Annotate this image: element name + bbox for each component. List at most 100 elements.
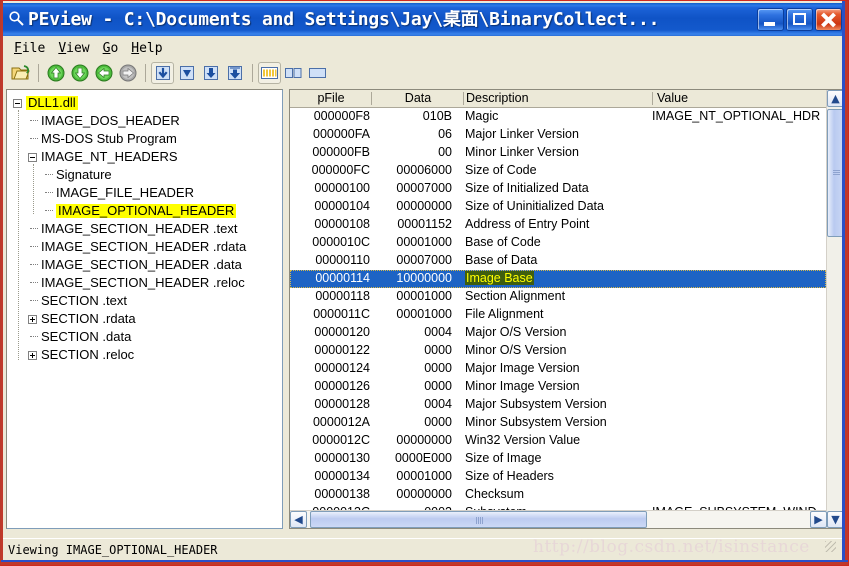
show-headers-icon[interactable] (175, 62, 198, 84)
tree-branch-line (43, 166, 56, 184)
table-row[interactable]: 00000114 10000000 Image Base (290, 270, 826, 288)
tree-node-label: IMAGE_NT_HEADERS (41, 149, 178, 164)
tree-node[interactable]: MS-DOS Stub Program (13, 130, 282, 148)
cell-value (652, 378, 826, 396)
tree-node[interactable]: SECTION .rdata (13, 310, 282, 328)
tree-node-label: IMAGE_SECTION_HEADER .reloc (41, 275, 245, 290)
resize-grip[interactable] (825, 541, 836, 552)
cell-data: 00001000 (396, 307, 452, 321)
table-row[interactable]: 000000FC 00006000 Size of Code (290, 162, 826, 180)
cell-data: 0000 (424, 415, 452, 429)
tree-branch-line (28, 292, 41, 310)
maximize-button[interactable] (786, 8, 813, 31)
scroll-right-arrow[interactable]: ▶ (810, 511, 827, 528)
horizontal-scrollbar-thumb[interactable] (310, 511, 647, 528)
minimize-button[interactable] (757, 8, 784, 31)
tree-node[interactable]: SECTION .text (13, 292, 282, 310)
tree-node[interactable]: SECTION .reloc (13, 346, 282, 364)
horizontal-scrollbar[interactable]: ◀ ▶ (290, 510, 827, 528)
column-header-pfile[interactable]: pFile (290, 90, 372, 107)
arrow-up-icon[interactable] (44, 62, 67, 84)
tree-node[interactable]: IMAGE_SECTION_HEADER .rdata (13, 238, 282, 256)
table-row[interactable]: 000000FA 06 Major Linker Version (290, 126, 826, 144)
tree-node[interactable]: IMAGE_SECTION_HEADER .data (13, 256, 282, 274)
table-row[interactable]: 000000F8 010B Magic IMAGE_NT_OPTIONAL_HDR (290, 108, 826, 126)
tree-node[interactable]: Signature (13, 166, 282, 184)
close-button[interactable] (815, 8, 842, 31)
table-row[interactable]: 00000130 0000E000 Size of Image (290, 450, 826, 468)
title-bar[interactable]: PEview - C:\Documents and Settings\Jay\桌… (3, 3, 844, 36)
menu-item-file[interactable]: File (8, 39, 52, 58)
table-row[interactable]: 00000120 0004 Major O/S Version (290, 324, 826, 342)
table-row[interactable]: 00000110 00007000 Base of Data (290, 252, 826, 270)
cell-pfile: 000000FB (312, 145, 370, 159)
table-row[interactable]: 00000108 00001152 Address of Entry Point (290, 216, 826, 234)
field-list-panel[interactable]: pFile Data Description Value 000000F8 010… (289, 89, 845, 529)
table-row[interactable]: 0000012C 00000000 Win32 Version Value (290, 432, 826, 450)
table-row[interactable]: 0000011C 00001000 File Alignment (290, 306, 826, 324)
table-row[interactable]: 00000128 0004 Major Subsystem Version (290, 396, 826, 414)
cell-data: 00001000 (396, 289, 452, 303)
tree-collapse-icon[interactable] (13, 98, 22, 108)
tree-node[interactable]: IMAGE_DOS_HEADER (13, 112, 282, 130)
tree-node[interactable]: IMAGE_FILE_HEADER (13, 184, 282, 202)
table-row[interactable]: 0000010C 00001000 Base of Code (290, 234, 826, 252)
menu-item-view[interactable]: View (52, 39, 96, 58)
column-header-value[interactable]: Value (653, 90, 826, 107)
tree-node[interactable]: IMAGE_OPTIONAL_HEADER (13, 202, 282, 220)
view-hex-icon[interactable] (258, 62, 281, 84)
table-row[interactable]: 00000104 00000000 Size of Uninitialized Da… (290, 198, 826, 216)
view-one-column-icon[interactable] (306, 62, 329, 84)
scroll-left-arrow[interactable]: ◀ (290, 511, 307, 528)
tree-node[interactable]: IMAGE_SECTION_HEADER .text (13, 220, 282, 238)
tree-node[interactable]: IMAGE_SECTION_HEADER .reloc (13, 274, 282, 292)
table-row[interactable]: 00000134 00001000 Size of Headers (290, 468, 826, 486)
menu-item-go[interactable]: Go (97, 39, 126, 58)
cell-value (652, 414, 826, 432)
tree-node-label: IMAGE_SECTION_HEADER .data (41, 257, 242, 272)
table-row[interactable]: 00000118 00001000 Section Alignment (290, 288, 826, 306)
cell-data: 00000000 (396, 433, 452, 447)
table-row[interactable]: 00000138 00000000 Checksum (290, 486, 826, 504)
show-section-details-icon[interactable] (223, 62, 246, 84)
structure-tree: DLL1.dll IMAGE_DOS_HEADER MS-DOS Stub Prog… (7, 90, 282, 364)
cell-value (652, 450, 826, 468)
structure-tree-panel[interactable]: DLL1.dll IMAGE_DOS_HEADER MS-DOS Stub Prog… (6, 89, 283, 529)
tree-collapse-icon[interactable] (28, 152, 37, 162)
cell-pfile: 00000110 (315, 253, 370, 267)
view-two-column-icon[interactable] (282, 62, 305, 84)
table-row[interactable]: 00000100 00007000 Size of Initialized Data (290, 180, 826, 198)
arrow-down-icon[interactable] (68, 62, 91, 84)
table-row[interactable]: 00000126 0000 Minor Image Version (290, 378, 826, 396)
table-row[interactable]: 00000122 0000 Minor O/S Version (290, 342, 826, 360)
toolbar (3, 59, 844, 87)
show-sections-icon[interactable] (199, 62, 222, 84)
tree-node-label: IMAGE_DOS_HEADER (41, 113, 180, 128)
cell-data: 10000000 (396, 271, 452, 285)
magnifier-icon[interactable] (8, 10, 25, 27)
show-all-headers-icon[interactable] (151, 62, 174, 84)
cell-pfile: 0000012A (312, 415, 370, 429)
table-row[interactable]: 0000012A 0000 Minor Subsystem Version (290, 414, 826, 432)
cell-pfile: 0000012C (312, 433, 370, 447)
cell-data: 0004 (424, 397, 452, 411)
arrow-back-icon[interactable] (92, 62, 115, 84)
column-header-description[interactable]: Description (464, 90, 653, 107)
table-row[interactable]: 00000124 0000 Major Image Version (290, 360, 826, 378)
cell-pfile: 00000128 (314, 397, 370, 411)
field-list-rows: 000000F8 010B Magic IMAGE_NT_OPTIONAL_HDR 00… (290, 108, 826, 512)
menu-item-help[interactable]: Help (125, 39, 169, 58)
tree-node[interactable]: IMAGE_NT_HEADERS (13, 148, 282, 166)
open-file-icon[interactable] (9, 62, 32, 84)
tree-expand-icon[interactable] (28, 350, 37, 360)
toolbar-separator (38, 64, 39, 82)
tree-expand-icon[interactable] (28, 314, 37, 324)
cell-data: 00000000 (396, 199, 452, 213)
cell-data: 010B (422, 109, 452, 123)
tree-node-label: SECTION .data (41, 329, 132, 344)
cell-value (652, 288, 826, 306)
column-header-data[interactable]: Data (372, 90, 464, 107)
tree-node[interactable]: DLL1.dll (13, 94, 282, 112)
tree-node[interactable]: SECTION .data (13, 328, 282, 346)
table-row[interactable]: 000000FB 00 Minor Linker Version (290, 144, 826, 162)
